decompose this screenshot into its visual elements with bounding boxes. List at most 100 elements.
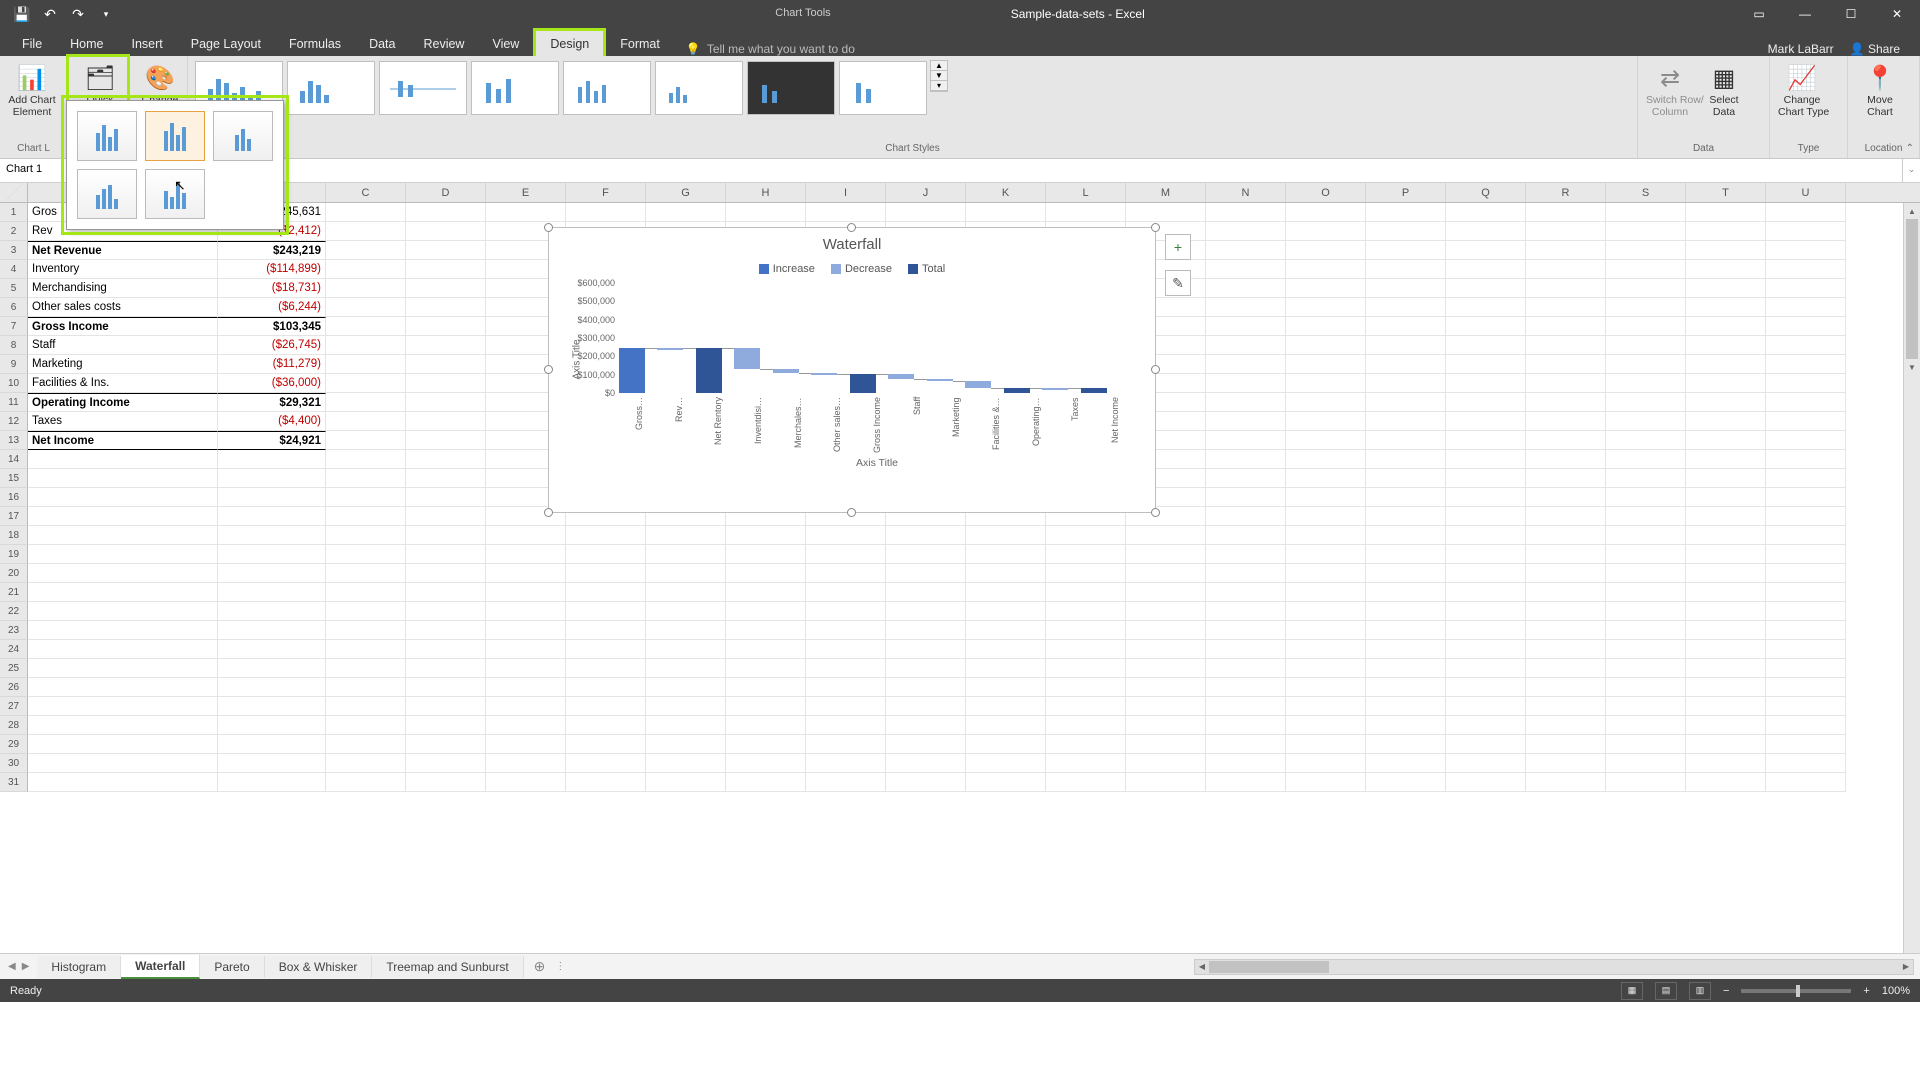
chart-bar[interactable] xyxy=(850,374,876,393)
cell[interactable] xyxy=(806,754,886,773)
row-header[interactable]: 11 xyxy=(0,393,28,412)
cell[interactable] xyxy=(486,602,566,621)
cell[interactable] xyxy=(1446,716,1526,735)
cell[interactable] xyxy=(1446,241,1526,260)
cell[interactable] xyxy=(966,621,1046,640)
cell[interactable] xyxy=(1206,317,1286,336)
cell[interactable] xyxy=(1366,336,1446,355)
cell[interactable] xyxy=(1366,621,1446,640)
cell[interactable] xyxy=(1446,697,1526,716)
cell[interactable] xyxy=(406,298,486,317)
cell[interactable] xyxy=(1286,716,1366,735)
row-header[interactable]: 23 xyxy=(0,621,28,640)
cell[interactable] xyxy=(1286,754,1366,773)
cell[interactable] xyxy=(1766,659,1846,678)
tab-file[interactable]: File xyxy=(8,31,56,56)
chart-bar[interactable] xyxy=(696,348,722,393)
cell[interactable] xyxy=(486,583,566,602)
cell[interactable] xyxy=(1606,412,1686,431)
cell[interactable] xyxy=(1526,203,1606,222)
cell[interactable] xyxy=(1366,773,1446,792)
cell[interactable] xyxy=(1526,241,1606,260)
cell[interactable] xyxy=(1526,621,1606,640)
row-header[interactable]: 15 xyxy=(0,469,28,488)
cell[interactable] xyxy=(1526,716,1606,735)
cell[interactable] xyxy=(1606,393,1686,412)
cell[interactable] xyxy=(726,602,806,621)
cell[interactable] xyxy=(218,602,326,621)
col-header-G[interactable]: G xyxy=(646,183,726,202)
cell[interactable] xyxy=(1606,488,1686,507)
waterfall-chart[interactable]: + ✎ Waterfall Increase Decrease Total Ax… xyxy=(548,227,1156,513)
cell[interactable] xyxy=(1606,450,1686,469)
cell[interactable] xyxy=(486,564,566,583)
cell[interactable] xyxy=(1766,450,1846,469)
zoom-out-icon[interactable]: − xyxy=(1723,985,1729,997)
cell[interactable] xyxy=(326,659,406,678)
cell[interactable] xyxy=(486,754,566,773)
cell[interactable] xyxy=(1686,374,1766,393)
cell[interactable] xyxy=(966,659,1046,678)
row-header[interactable]: 13 xyxy=(0,431,28,450)
cell[interactable] xyxy=(326,488,406,507)
cell[interactable] xyxy=(1766,773,1846,792)
cell[interactable] xyxy=(1526,735,1606,754)
cell[interactable] xyxy=(1046,621,1126,640)
cell[interactable]: Gross Income xyxy=(28,317,218,336)
cell[interactable] xyxy=(326,374,406,393)
cell[interactable] xyxy=(1286,412,1366,431)
cell[interactable] xyxy=(566,583,646,602)
cell[interactable] xyxy=(1206,583,1286,602)
cell[interactable] xyxy=(1766,583,1846,602)
zoom-in-icon[interactable]: + xyxy=(1863,985,1869,997)
cell[interactable] xyxy=(1286,659,1366,678)
cell[interactable] xyxy=(1446,469,1526,488)
cell[interactable] xyxy=(1446,260,1526,279)
cell[interactable] xyxy=(566,697,646,716)
cell[interactable]: $103,345 xyxy=(218,317,326,336)
cell[interactable]: ($4,400) xyxy=(218,412,326,431)
chart-handle[interactable] xyxy=(1151,223,1160,232)
cell[interactable] xyxy=(1286,564,1366,583)
row-header[interactable]: 3 xyxy=(0,241,28,260)
cell[interactable] xyxy=(326,564,406,583)
cell[interactable] xyxy=(1366,393,1446,412)
cell[interactable] xyxy=(806,640,886,659)
cell[interactable] xyxy=(806,583,886,602)
cell[interactable] xyxy=(1686,431,1766,450)
cell[interactable] xyxy=(218,564,326,583)
cell[interactable] xyxy=(806,659,886,678)
col-header-S[interactable]: S xyxy=(1606,183,1686,202)
minimize-icon[interactable]: — xyxy=(1782,0,1828,28)
row-header[interactable]: 9 xyxy=(0,355,28,374)
cell[interactable] xyxy=(1046,735,1126,754)
redo-icon[interactable]: ↷ xyxy=(66,3,90,25)
quick-layout-option-4[interactable] xyxy=(77,169,137,219)
row-header[interactable]: 21 xyxy=(0,583,28,602)
cell[interactable] xyxy=(1286,621,1366,640)
cell[interactable] xyxy=(1526,564,1606,583)
cell[interactable]: Marketing xyxy=(28,355,218,374)
page-break-view-icon[interactable]: ▥ xyxy=(1689,982,1711,1000)
normal-view-icon[interactable]: ▦ xyxy=(1621,982,1643,1000)
row-header[interactable]: 12 xyxy=(0,412,28,431)
cell[interactable] xyxy=(1446,355,1526,374)
col-header-E[interactable]: E xyxy=(486,183,566,202)
cell[interactable] xyxy=(1606,298,1686,317)
cell[interactable] xyxy=(1606,640,1686,659)
cell[interactable] xyxy=(406,507,486,526)
chart-bar[interactable] xyxy=(888,374,914,379)
cell[interactable] xyxy=(486,526,566,545)
chart-style-6[interactable] xyxy=(655,61,743,115)
cell[interactable] xyxy=(726,754,806,773)
cell[interactable] xyxy=(1286,355,1366,374)
cell[interactable] xyxy=(1686,222,1766,241)
tab-home[interactable]: Home xyxy=(56,31,117,56)
cell[interactable] xyxy=(486,545,566,564)
chart-bar[interactable] xyxy=(734,348,760,369)
cell[interactable] xyxy=(566,203,646,222)
cell[interactable] xyxy=(1046,716,1126,735)
cell[interactable] xyxy=(1126,203,1206,222)
cell[interactable] xyxy=(28,450,218,469)
cell[interactable] xyxy=(1606,241,1686,260)
